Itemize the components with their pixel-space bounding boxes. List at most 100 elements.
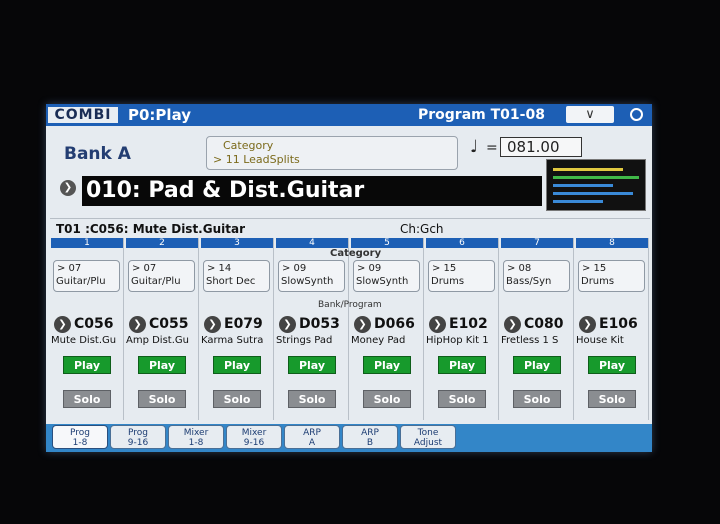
timbre-category-button[interactable]: > 07 Guitar/Plu <box>53 260 120 292</box>
category-number: > 09 <box>357 263 382 274</box>
solo-button[interactable]: Solo <box>213 390 261 408</box>
tab-label-line2: Adjust <box>413 438 443 448</box>
category-number: > 15 <box>582 263 607 274</box>
category-name: Short Dec <box>206 276 256 287</box>
timbre-number: 6 <box>426 238 498 248</box>
tab-mixer-9-16[interactable]: Mixer 9-16 <box>226 425 282 449</box>
solo-button[interactable]: Solo <box>363 390 411 408</box>
program-id[interactable]: D053 <box>299 316 340 332</box>
program-select-arrow-icon[interactable]: ❯ <box>354 316 371 333</box>
info-line: T01 :C056: Mute Dist.Guitar Ch:Gch <box>50 218 650 239</box>
category-name: Drums <box>581 276 615 287</box>
category-name: Guitar/Plu <box>131 276 181 287</box>
tab-arp-b[interactable]: ARP B <box>342 425 398 449</box>
quarter-note-icon: ♩ <box>470 137 479 157</box>
tab-mixer-1-8[interactable]: Mixer 1-8 <box>168 425 224 449</box>
combi-select-arrow-icon[interactable]: ❯ <box>60 180 76 196</box>
program-select-arrow-icon[interactable]: ❯ <box>579 316 596 333</box>
program-name: Amp Dist.Gu <box>126 335 189 346</box>
timbre-column: 3 > 14 Short Dec ❯ E079 Karma Sutra Play… <box>200 238 274 420</box>
program-name: Karma Sutra <box>201 335 264 346</box>
overview-bar <box>553 192 633 195</box>
play-button[interactable]: Play <box>63 356 111 374</box>
tab-label-line2: A <box>308 438 316 448</box>
timbre-category-button[interactable]: > 09 SlowSynth <box>353 260 420 292</box>
timbre-columns: 1 > 07 Guitar/Plu ❯ C056 Mute Dist.Gu Pl… <box>50 238 649 420</box>
program-select-arrow-icon[interactable]: ❯ <box>204 316 221 333</box>
play-button[interactable]: Play <box>363 356 411 374</box>
timbre-column: 6 > 15 Drums ❯ E102 HipHop Kit 1 Play So… <box>425 238 499 420</box>
tab-label-line1: Prog <box>70 428 90 438</box>
play-button[interactable]: Play <box>438 356 486 374</box>
timbre-category-button[interactable]: > 15 Drums <box>428 260 495 292</box>
timbre-category-button[interactable]: > 09 SlowSynth <box>278 260 345 292</box>
timbre-column: 4 > 09 SlowSynth ❯ D053 Strings Pad Play… <box>275 238 349 420</box>
tab-label-line2: 9-16 <box>127 438 149 448</box>
category-number: > 07 <box>57 263 82 274</box>
timbre-column: 8 > 15 Drums ❯ E106 House Kit Play Solo <box>575 238 649 420</box>
program-id[interactable]: C056 <box>74 316 114 332</box>
category-select[interactable]: Category > 11 LeadSplits <box>206 136 458 170</box>
timbre-category-button[interactable]: > 15 Drums <box>578 260 645 292</box>
bank-program-section-label: Bank/Program <box>318 300 382 310</box>
mini-overview-graphic <box>546 159 646 211</box>
tab-prog-1-8[interactable]: Prog 1-8 <box>52 425 108 449</box>
timbre-category-button[interactable]: > 14 Short Dec <box>203 260 270 292</box>
play-button[interactable]: Play <box>288 356 336 374</box>
tempo-field[interactable]: 081.00 <box>500 137 582 157</box>
solo-button[interactable]: Solo <box>513 390 561 408</box>
selected-timbre-program: T01 :C056: Mute Dist.Guitar <box>56 222 245 236</box>
timbre-number: 1 <box>51 238 123 248</box>
bank-label: Bank A <box>64 144 131 164</box>
mode-tab-combi[interactable]: COMBI <box>48 107 118 123</box>
program-name: Money Pad <box>351 335 406 346</box>
program-id[interactable]: C055 <box>149 316 189 332</box>
solo-button[interactable]: Solo <box>438 390 486 408</box>
chevron-down-icon: ∨ <box>585 107 595 122</box>
solo-button[interactable]: Solo <box>63 390 111 408</box>
play-button[interactable]: Play <box>213 356 261 374</box>
page-menu-button[interactable]: ∨ <box>566 106 614 123</box>
play-button[interactable]: Play <box>588 356 636 374</box>
solo-button[interactable]: Solo <box>288 390 336 408</box>
tempo-equals: = <box>486 140 498 156</box>
timbre-category-button[interactable]: > 08 Bass/Syn <box>503 260 570 292</box>
overview-bar <box>553 200 603 203</box>
program-select-arrow-icon[interactable]: ❯ <box>129 316 146 333</box>
program-name: Fretless 1 S <box>501 335 559 346</box>
program-id[interactable]: E106 <box>599 316 638 332</box>
tab-label-line1: ARP <box>361 428 379 438</box>
category-name: SlowSynth <box>356 276 409 287</box>
tab-label-line1: Mixer <box>183 428 209 438</box>
timbre-number: 8 <box>576 238 648 248</box>
program-select-arrow-icon[interactable]: ❯ <box>504 316 521 333</box>
overview-bar <box>553 176 639 179</box>
tab-tone-adjust[interactable]: Tone Adjust <box>400 425 456 449</box>
category-select-value: > 11 LeadSplits <box>213 153 300 166</box>
category-number: > 07 <box>132 263 157 274</box>
combi-play-screen: COMBI P0:Play Program T01-08 ∨ Bank A Ca… <box>46 104 652 452</box>
program-select-arrow-icon[interactable]: ❯ <box>54 316 71 333</box>
tab-prog-9-16[interactable]: Prog 9-16 <box>110 425 166 449</box>
solo-button[interactable]: Solo <box>588 390 636 408</box>
category-name: Guitar/Plu <box>56 276 106 287</box>
tab-arp-a[interactable]: ARP A <box>284 425 340 449</box>
timbre-column: 5 > 09 SlowSynth ❯ D066 Money Pad Play S… <box>350 238 424 420</box>
program-select-arrow-icon[interactable]: ❯ <box>279 316 296 333</box>
solo-button[interactable]: Solo <box>138 390 186 408</box>
timbre-category-button[interactable]: > 07 Guitar/Plu <box>128 260 195 292</box>
program-name: House Kit <box>576 335 624 346</box>
timbre-number: 4 <box>276 238 348 248</box>
tab-label-line1: Mixer <box>241 428 267 438</box>
play-button[interactable]: Play <box>138 356 186 374</box>
tab-label-line1: ARP <box>303 428 321 438</box>
program-id[interactable]: E102 <box>449 316 488 332</box>
program-id[interactable]: C080 <box>524 316 564 332</box>
program-id[interactable]: D066 <box>374 316 415 332</box>
program-id[interactable]: E079 <box>224 316 263 332</box>
category-number: > 08 <box>507 263 532 274</box>
play-button[interactable]: Play <box>513 356 561 374</box>
combi-name-display[interactable]: 010: Pad & Dist.Guitar <box>82 176 542 206</box>
category-number: > 15 <box>432 263 457 274</box>
program-select-arrow-icon[interactable]: ❯ <box>429 316 446 333</box>
